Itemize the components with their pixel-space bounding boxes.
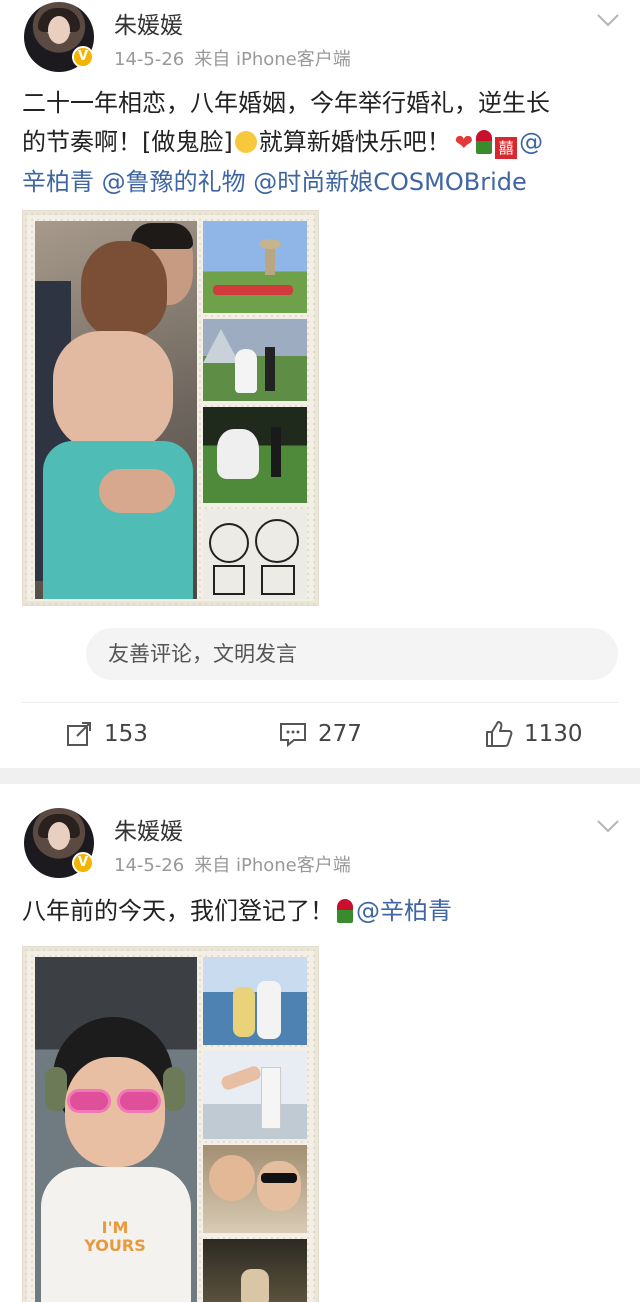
collage-photo-bride[interactable]	[203, 407, 307, 503]
post-text-line: 的节奏啊！[做鬼脸] 就算新婚快乐吧！ ❤ 囍 @	[22, 123, 622, 163]
post-separator	[0, 768, 640, 784]
comment-count: 277	[318, 721, 362, 747]
post-source: 来自 iPhone客户端	[194, 49, 351, 70]
collage-photo-selfie[interactable]	[203, 1145, 307, 1233]
collage-photo-pyramid[interactable]	[203, 319, 307, 401]
post-source: 来自 iPhone客户端	[194, 855, 351, 876]
photo-collage[interactable]: I'M YOURS	[22, 946, 319, 1302]
post-text: 二十一年相恋，八年婚姻，今年举行婚礼，逆生长 的节奏啊！[做鬼脸] 就算新婚快乐吧…	[22, 84, 622, 202]
post-date: 14-5-26	[114, 855, 185, 876]
chevron-down-icon[interactable]	[594, 6, 622, 34]
comment-input[interactable]: 友善评论，文明发言	[86, 628, 618, 680]
post-text-line: 二十一年相恋，八年婚姻，今年举行婚礼，逆生长	[22, 89, 550, 117]
post-date: 14-5-26	[114, 49, 185, 70]
weibo-post: V 朱媛媛 14-5-26 来自 iPhone客户端 八年前的今天，我们登记了！ @…	[0, 784, 640, 1302]
like-button[interactable]: 1130	[484, 718, 583, 750]
collage-photo-boat[interactable]	[203, 1051, 307, 1139]
comment-icon	[280, 723, 306, 748]
username[interactable]: 朱媛媛	[114, 6, 183, 40]
rose-emoji-icon	[476, 130, 493, 154]
collage-photo-embrace[interactable]	[35, 221, 197, 599]
post-text: 八年前的今天，我们登记了！ @辛柏青	[22, 892, 622, 931]
like-count: 1130	[524, 721, 583, 747]
double-happiness-emoji-icon: 囍	[495, 137, 518, 159]
username[interactable]: 朱媛媛	[114, 812, 183, 846]
mention-link[interactable]: @时尚新娘COSMOBride	[246, 168, 526, 196]
weibo-post: V 朱媛媛 14-5-26 来自 iPhone客户端 二十一年相恋，八年婚姻，今年…	[0, 0, 640, 768]
collage-photo-field[interactable]	[203, 221, 307, 313]
share-icon	[67, 722, 91, 746]
heart-emoji-icon: ❤	[454, 131, 474, 156]
mention-link[interactable]: @辛柏青	[356, 897, 452, 925]
comment-button[interactable]: 277	[278, 718, 362, 750]
repost-count: 153	[104, 721, 148, 747]
photo-collage[interactable]	[22, 210, 319, 606]
collage-photo-child[interactable]: I'M YOURS	[35, 957, 197, 1302]
post-text-line: 辛柏青 @鲁豫的礼物 @时尚新娘COSMOBride	[22, 163, 622, 202]
collage-photo-forest[interactable]	[203, 1239, 307, 1302]
post-text-segment: 就算新婚快乐吧！	[258, 128, 451, 156]
grimace-emoji-icon	[234, 131, 257, 153]
verified-badge-icon: V	[72, 852, 94, 874]
collage-photo-drawing[interactable]	[203, 509, 307, 599]
mention-link[interactable]: @鲁豫的礼物	[94, 168, 246, 196]
mention-link[interactable]: 辛柏青	[22, 168, 94, 196]
post-meta: 14-5-26 来自 iPhone客户端	[114, 851, 361, 877]
divider	[22, 702, 618, 703]
thumbs-up-icon	[486, 721, 513, 747]
rose-emoji-icon	[337, 899, 353, 923]
verified-badge-icon: V	[72, 46, 94, 68]
mention-link[interactable]: @	[519, 128, 543, 156]
post-text-segment: 的节奏啊！[做鬼脸]	[22, 128, 233, 156]
collage-photo-sea[interactable]	[203, 957, 307, 1045]
post-text-segment: 八年前的今天，我们登记了！	[22, 897, 334, 925]
shirt-text: I'M YOURS	[84, 1218, 146, 1255]
repost-button[interactable]: 153	[64, 718, 148, 750]
post-meta: 14-5-26 来自 iPhone客户端	[114, 45, 361, 71]
chevron-down-icon[interactable]	[594, 812, 622, 840]
